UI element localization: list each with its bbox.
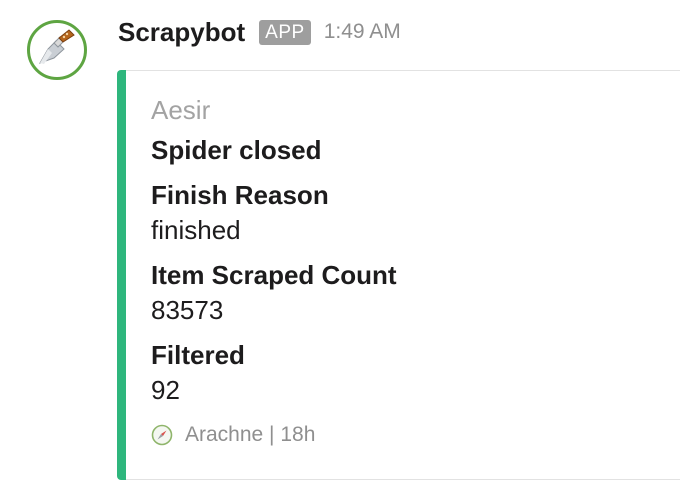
compass-icon [151, 424, 173, 446]
attachment-color-bar [117, 70, 126, 480]
attachment-author: Aesir [151, 95, 211, 125]
field-title: Item Scraped Count [151, 260, 397, 290]
field-finish-reason: Finish Reason finished [151, 178, 671, 247]
field-item-scraped-count: Item Scraped Count 83573 [151, 258, 671, 327]
slack-message: Scrapybot APP 1:49 AM Aesir Spider close… [0, 0, 680, 500]
field-value: finished [151, 215, 241, 245]
attachment-title: Spider closed [151, 135, 322, 165]
field-value: 83573 [151, 295, 224, 325]
attachment-footer: Arachne | 18h [151, 421, 671, 449]
putty-knife-icon [38, 29, 75, 64]
attachment-body: Aesir Spider closed Finish Reason finish… [151, 94, 671, 449]
app-badge: APP [259, 19, 311, 45]
message-attachment: Aesir Spider closed Finish Reason finish… [117, 70, 680, 480]
field-value: 92 [151, 375, 180, 405]
footer-text: Arachne | 18h [185, 423, 316, 446]
field-title: Filtered [151, 340, 245, 370]
field-title: Finish Reason [151, 180, 329, 210]
bot-avatar[interactable] [27, 20, 87, 80]
field-filtered: Filtered 92 [151, 338, 671, 407]
message-header: Scrapybot APP 1:49 AM [118, 14, 401, 50]
message-timestamp[interactable]: 1:49 AM [324, 20, 401, 44]
bot-name[interactable]: Scrapybot [118, 17, 245, 48]
